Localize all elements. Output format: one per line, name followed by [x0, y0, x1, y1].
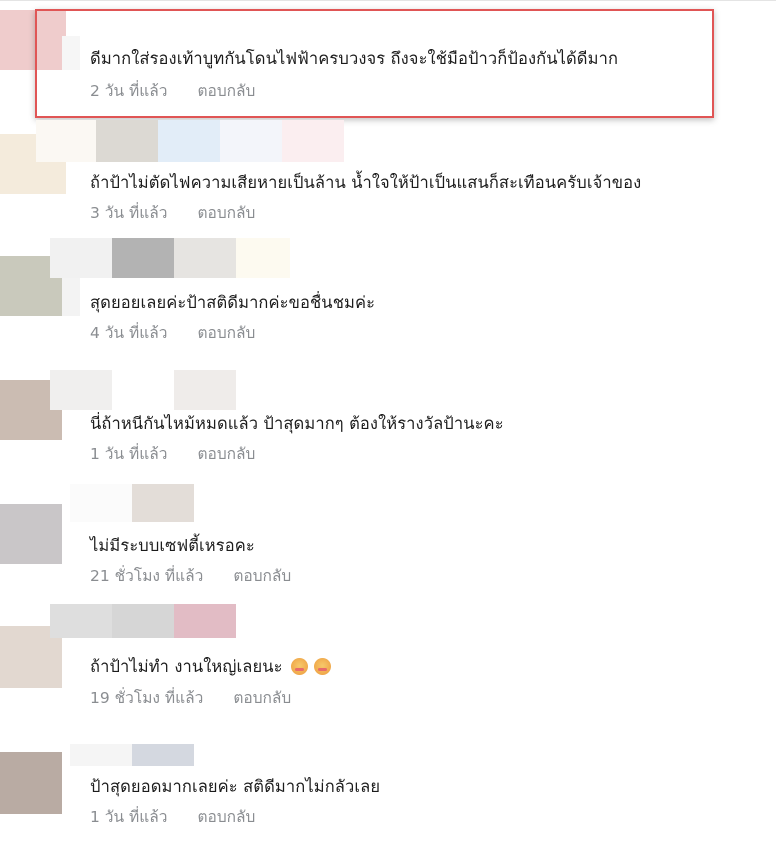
highlight-box	[35, 9, 714, 118]
reply-link[interactable]: ตอบกลับ	[197, 320, 255, 345]
name-placeholder	[132, 744, 194, 766]
worried-face-icon	[290, 658, 308, 675]
name-placeholder	[236, 238, 290, 278]
comment-time[interactable]: 19 ชั่วโมง ที่แล้ว	[90, 685, 203, 710]
name-placeholder	[50, 238, 112, 278]
comment-item: ไม่มีระบบเซฟตี้เหรอคะ 21 ชั่วโมง ที่แล้ว…	[0, 484, 776, 604]
name-placeholder	[70, 484, 132, 522]
comment-meta: 21 ชั่วโมง ที่แล้ว ตอบกลับ	[90, 563, 291, 588]
comment-item: นี่ถ้าหนีกันไหม้หมดแล้ว ป้าสุดมากๆ ต้องใ…	[0, 370, 776, 490]
comment-time[interactable]: 4 วัน ที่แล้ว	[90, 320, 167, 345]
name-placeholder	[36, 120, 96, 162]
comment-text: ถ้าป้าไม่ตัดไฟความเสียหายเป็นล้าน น้ำใจใ…	[90, 173, 642, 192]
name-placeholder	[96, 120, 158, 162]
comment-time[interactable]: 3 วัน ที่แล้ว	[90, 200, 167, 225]
name-placeholder	[112, 238, 174, 278]
name-placeholder	[132, 484, 194, 522]
reply-link[interactable]: ตอบกลับ	[197, 804, 255, 829]
name-placeholder	[174, 238, 236, 278]
reply-link[interactable]: ตอบกลับ	[197, 441, 255, 466]
name-placeholder	[220, 120, 282, 162]
comment-text: ถ้าป้าไม่ทำ งานใหญ่เลยนะ	[90, 654, 331, 680]
avatar[interactable]	[0, 504, 62, 564]
name-placeholder	[70, 744, 132, 766]
name-placeholder	[282, 120, 344, 162]
comment-meta: 3 วัน ที่แล้ว ตอบกลับ	[90, 200, 255, 225]
name-placeholder	[50, 604, 112, 638]
avatar[interactable]	[0, 752, 62, 814]
comment-item: ถ้าป้าไม่ตัดไฟความเสียหายเป็นล้าน น้ำใจใ…	[0, 120, 776, 240]
comment-meta: 1 วัน ที่แล้ว ตอบกลับ	[90, 441, 255, 466]
comment-body: ถ้าป้าไม่ทำ งานใหญ่เลยนะ	[90, 657, 283, 676]
reply-link[interactable]: ตอบกลับ	[197, 200, 255, 225]
comment-meta: 1 วัน ที่แล้ว ตอบกลับ	[90, 804, 255, 829]
comment-meta: 4 วัน ที่แล้ว ตอบกลับ	[90, 320, 255, 345]
comment-text: ป้าสุดยอดมากเลยค่ะ สติดีมากไม่กลัวเลย	[90, 777, 381, 796]
worried-face-icon	[313, 658, 331, 675]
comment-item: ป้าสุดยอดมากเลยค่ะ สติดีมากไม่กลัวเลย 1 …	[0, 744, 776, 864]
comment-item: ดีมากใส่รองเท้าบูทกันโดนไฟฟ้าครบวงจร ถึง…	[0, 0, 776, 120]
name-placeholder	[174, 604, 236, 638]
comment-item: สุดยอยเลยค่ะป้าสติดีมากค่ะขอชื่นชมค่ะ 4 …	[0, 238, 776, 358]
comment-time[interactable]: 21 ชั่วโมง ที่แล้ว	[90, 563, 203, 588]
comment-meta: 19 ชั่วโมง ที่แล้ว ตอบกลับ	[90, 685, 291, 710]
name-placeholder	[158, 120, 220, 162]
comment-time[interactable]: 1 วัน ที่แล้ว	[90, 804, 167, 829]
comment-time[interactable]: 1 วัน ที่แล้ว	[90, 441, 167, 466]
comment-text: นี่ถ้าหนีกันไหม้หมดแล้ว ป้าสุดมากๆ ต้องใ…	[90, 414, 504, 433]
comment-text: สุดยอยเลยค่ะป้าสติดีมากค่ะขอชื่นชมค่ะ	[90, 293, 376, 312]
name-placeholder	[50, 370, 112, 410]
reply-link[interactable]: ตอบกลับ	[233, 685, 291, 710]
comment-text: ไม่มีระบบเซฟตี้เหรอคะ	[90, 536, 255, 555]
avatar-overlay	[62, 276, 80, 316]
comment-item: ถ้าป้าไม่ทำ งานใหญ่เลยนะ 19 ชั่วโมง ที่แ…	[0, 604, 776, 724]
name-placeholder	[174, 370, 236, 410]
name-placeholder	[112, 604, 174, 638]
reply-link[interactable]: ตอบกลับ	[233, 563, 291, 588]
